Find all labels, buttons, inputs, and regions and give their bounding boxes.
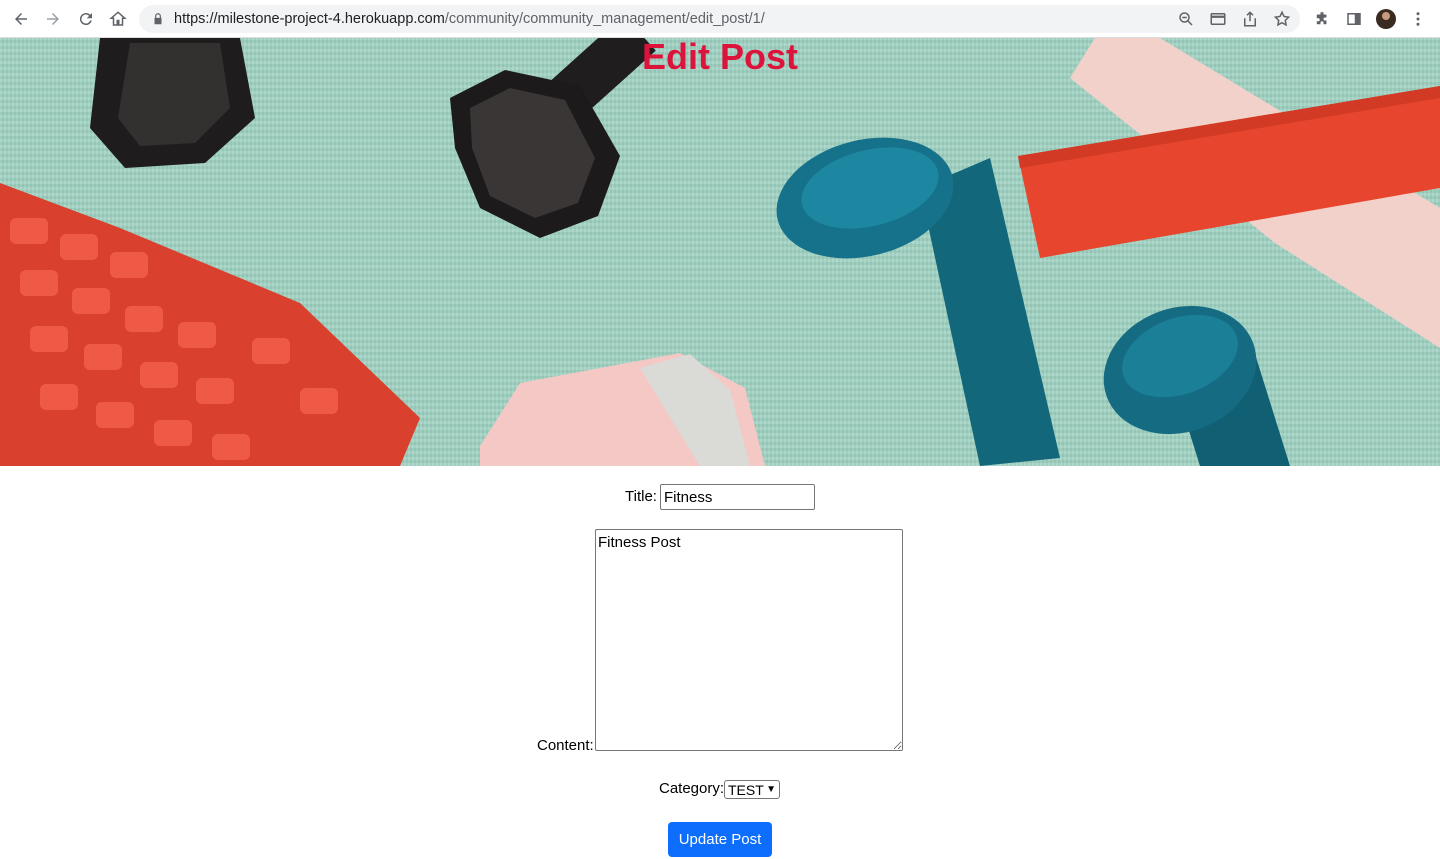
category-select[interactable]: TEST ▼ (724, 780, 780, 799)
zoom-icon[interactable] (1177, 10, 1195, 28)
category-selected-value: TEST (728, 781, 764, 798)
page-title: Edit Post (641, 38, 798, 77)
url-host: https://milestone-project-4.herokuapp.co… (174, 11, 445, 27)
content-label: Content: (537, 737, 594, 754)
browser-toolbar: https://milestone-project-4.herokuapp.co… (0, 0, 1440, 38)
extensions-icon[interactable] (1310, 7, 1334, 31)
star-icon[interactable] (1273, 10, 1291, 28)
home-icon[interactable] (106, 7, 130, 31)
url-path: /community/community_management/edit_pos… (444, 11, 765, 27)
content-textarea[interactable]: Fitness Post (595, 529, 903, 751)
address-bar[interactable]: https://milestone-project-4.herokuapp.co… (139, 5, 1300, 33)
category-label: Category: (659, 780, 725, 797)
chevron-down-icon: ▼ (766, 784, 776, 795)
profile-avatar[interactable] (1376, 9, 1396, 29)
url-text[interactable]: https://milestone-project-4.herokuapp.co… (174, 11, 765, 27)
menu-icon[interactable] (1406, 7, 1430, 31)
card-icon[interactable] (1209, 10, 1227, 28)
sidepanel-icon[interactable] (1342, 7, 1366, 31)
title-row: Title: (0, 484, 1440, 510)
lock-icon[interactable] (151, 12, 165, 26)
back-icon[interactable] (9, 7, 33, 31)
title-label: Title: (625, 488, 657, 505)
share-icon[interactable] (1241, 10, 1259, 28)
reload-icon[interactable] (74, 7, 98, 31)
hero-banner: Edit Post (0, 38, 1440, 466)
fitness-equipment-image (0, 38, 1440, 466)
update-post-button[interactable]: Update Post (668, 822, 772, 857)
title-input[interactable] (660, 484, 815, 510)
forward-icon[interactable] (41, 7, 65, 31)
